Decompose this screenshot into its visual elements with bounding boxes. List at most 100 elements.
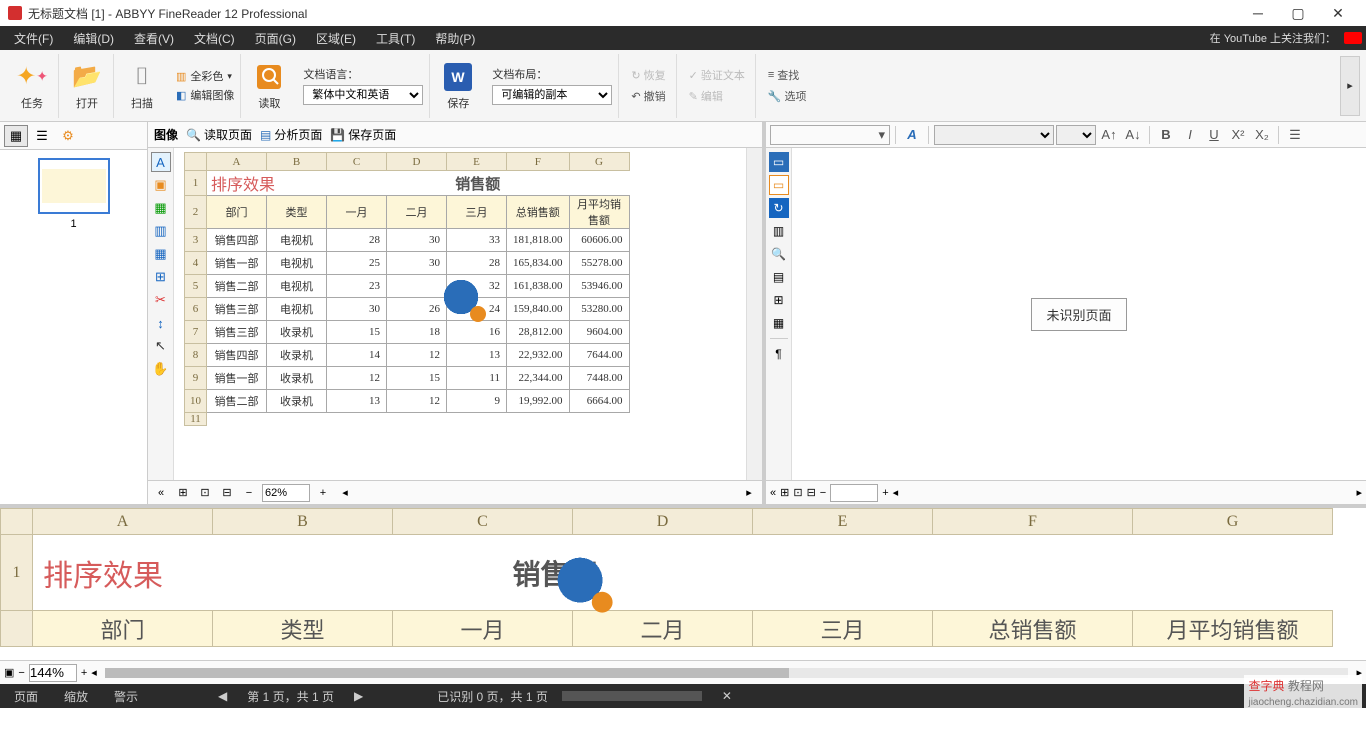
text-tool-7-icon[interactable]: ▦	[769, 313, 789, 333]
tool-pointer-icon[interactable]: ↖	[151, 336, 171, 356]
text-tool-2-icon[interactable]: ▭	[769, 175, 789, 195]
tool-table-area-icon[interactable]: ▦	[151, 198, 171, 218]
menu-tools[interactable]: 工具(T)	[366, 30, 425, 47]
wand-icon: ✦✦	[16, 61, 48, 93]
bot-zoom-out[interactable]: −	[18, 667, 24, 679]
ribbon-expand-button[interactable]: ▸	[1340, 56, 1360, 116]
tool-eraser-icon[interactable]: ✂	[151, 290, 171, 310]
text-tool-6-icon[interactable]: ⊞	[769, 290, 789, 310]
bot-scroll-left[interactable]: ◂	[91, 666, 97, 679]
ribbon-read[interactable]: 读取	[243, 54, 295, 118]
pager-next-icon[interactable]: ▶	[348, 689, 369, 703]
more-format-icon[interactable]: ☰	[1284, 125, 1306, 145]
font-family-select[interactable]	[934, 125, 1054, 145]
underline-button[interactable]: U	[1203, 125, 1225, 145]
fit-width-icon[interactable]: ⊞	[174, 486, 192, 499]
ribbon-save[interactable]: W 保存	[432, 54, 484, 118]
tool-hand-icon[interactable]: ✋	[151, 359, 171, 379]
text-tool-pilcrow-icon[interactable]: ¶	[769, 344, 789, 364]
text-tool-4-icon[interactable]: ▥	[769, 221, 789, 241]
style-a-icon[interactable]: A	[901, 125, 923, 145]
tool-image-area-icon[interactable]: ▣	[151, 175, 171, 195]
bot-zoom-input[interactable]	[29, 664, 77, 682]
tool-text-area-icon[interactable]: A	[151, 152, 171, 172]
bold-button[interactable]: B	[1155, 125, 1177, 145]
thumbs-grid-icon[interactable]: ▦	[4, 125, 28, 147]
read-icon	[253, 61, 285, 93]
zoom-in-button[interactable]: +	[314, 487, 332, 499]
scroll-right-icon[interactable]: ▸	[740, 486, 758, 499]
menu-area[interactable]: 区域(E)	[306, 30, 366, 47]
menu-file[interactable]: 文件(F)	[4, 30, 63, 47]
thumbs-list-icon[interactable]: ☰	[30, 125, 54, 147]
youtube-icon[interactable]	[1344, 32, 1362, 44]
save-page-button[interactable]: 💾保存页面	[330, 126, 396, 143]
scroll-left-icon[interactable]: ◂	[336, 486, 354, 499]
bot-mode-icon[interactable]: ▣	[4, 666, 14, 679]
ribbon-fullcolor[interactable]: ▥全彩色▾	[176, 68, 234, 84]
ribbon-find[interactable]: ≡查找	[764, 66, 811, 84]
ribbon-tasks[interactable]: ✦✦ 任务	[6, 54, 59, 118]
txt-fit1-icon[interactable]: ⊞	[780, 486, 789, 499]
thumbs-settings-icon[interactable]: ⚙	[56, 125, 80, 147]
undo-icon: ↶	[631, 90, 640, 103]
minimize-button[interactable]: ─	[1238, 5, 1278, 21]
analyze-page-button[interactable]: ▤分析页面	[260, 126, 322, 143]
pager-prev-icon[interactable]: ◀	[212, 689, 233, 703]
menu-edit[interactable]: 编辑(D)	[63, 30, 124, 47]
ribbon-options[interactable]: 🔧选项	[764, 87, 811, 105]
menu-help[interactable]: 帮助(P)	[425, 30, 485, 47]
style-dropdown[interactable]: ▾	[770, 125, 890, 145]
doclang-select[interactable]: 繁体中文和英语	[303, 85, 423, 105]
collapse-icon[interactable]: «	[152, 487, 170, 499]
bot-zoom-in[interactable]: +	[81, 667, 87, 679]
text-tool-1-icon[interactable]: ▭	[769, 152, 789, 172]
bot-hscrollbar[interactable]	[105, 668, 1349, 678]
ribbon-open[interactable]: 📂 打开	[61, 54, 114, 118]
grow-font-icon[interactable]: A↑	[1098, 125, 1120, 145]
analyze-icon: ▤	[260, 128, 271, 142]
italic-button[interactable]: I	[1179, 125, 1201, 145]
zoom-level-input[interactable]	[262, 484, 310, 502]
menu-page[interactable]: 页面(G)	[245, 30, 306, 47]
ribbon-undo[interactable]: ↶撤销	[627, 87, 669, 105]
subscript-button[interactable]: X₂	[1251, 125, 1273, 145]
txt-collapse-icon[interactable]: «	[770, 487, 776, 499]
tool-background-icon[interactable]: ▦	[151, 244, 171, 264]
recog-close-icon[interactable]: ✕	[716, 689, 738, 703]
status-warn-tab[interactable]: 警示	[108, 688, 144, 705]
fit-page-icon[interactable]: ⊡	[196, 486, 214, 499]
read-page-button[interactable]: 🔍读取页面	[186, 126, 252, 143]
fit-height-icon[interactable]: ⊟	[218, 486, 236, 499]
tool-ruler-icon[interactable]: ⊞	[151, 267, 171, 287]
txt-zoom-in[interactable]: +	[882, 487, 888, 499]
txt-fit3-icon[interactable]: ⊟	[807, 486, 816, 499]
tool-barcode-icon[interactable]: ▥	[151, 221, 171, 241]
txt-fit2-icon[interactable]: ⊡	[793, 486, 802, 499]
image-scrollbar[interactable]	[746, 148, 762, 480]
status-zoom-tab[interactable]: 缩放	[58, 688, 94, 705]
text-tool-3-icon[interactable]: ↻	[769, 198, 789, 218]
text-tool-5-icon[interactable]: ▤	[769, 267, 789, 287]
close-window-button[interactable]: ✕	[1318, 5, 1358, 22]
image-view[interactable]: ABCDEFG1排序效果销售额2部门类型一月二月三月总销售额月平均销售额3销售四…	[174, 148, 746, 480]
menu-view[interactable]: 查看(V)	[124, 30, 184, 47]
zoom-out-button[interactable]: −	[240, 487, 258, 499]
ribbon-editimage[interactable]: ◧编辑图像	[176, 87, 234, 103]
maximize-button[interactable]: ▢	[1278, 5, 1318, 22]
page-thumbnail-1[interactable]	[38, 158, 110, 214]
superscript-button[interactable]: X²	[1227, 125, 1249, 145]
shrink-font-icon[interactable]: A↓	[1122, 125, 1144, 145]
bottom-view[interactable]: ABCDEFG1排序效果销售额部门类型一月二月三月总销售额月平均销售额	[0, 508, 1366, 660]
font-size-select[interactable]	[1056, 125, 1096, 145]
text-tool-zoom-icon[interactable]: 🔍	[769, 244, 789, 264]
txt-scroll-left[interactable]: ◂	[893, 486, 899, 499]
txt-zoom-input[interactable]	[830, 484, 878, 502]
txt-zoom-out[interactable]: −	[820, 487, 826, 499]
doclayout-select[interactable]: 可编辑的副本	[492, 85, 612, 105]
ribbon-scan[interactable]: ⌷ 扫描	[116, 54, 168, 118]
txt-scroll-right[interactable]: ▸	[1356, 486, 1362, 499]
status-page-tab[interactable]: 页面	[8, 688, 44, 705]
tool-order-icon[interactable]: ↕	[151, 313, 171, 333]
menu-document[interactable]: 文档(C)	[184, 30, 245, 47]
